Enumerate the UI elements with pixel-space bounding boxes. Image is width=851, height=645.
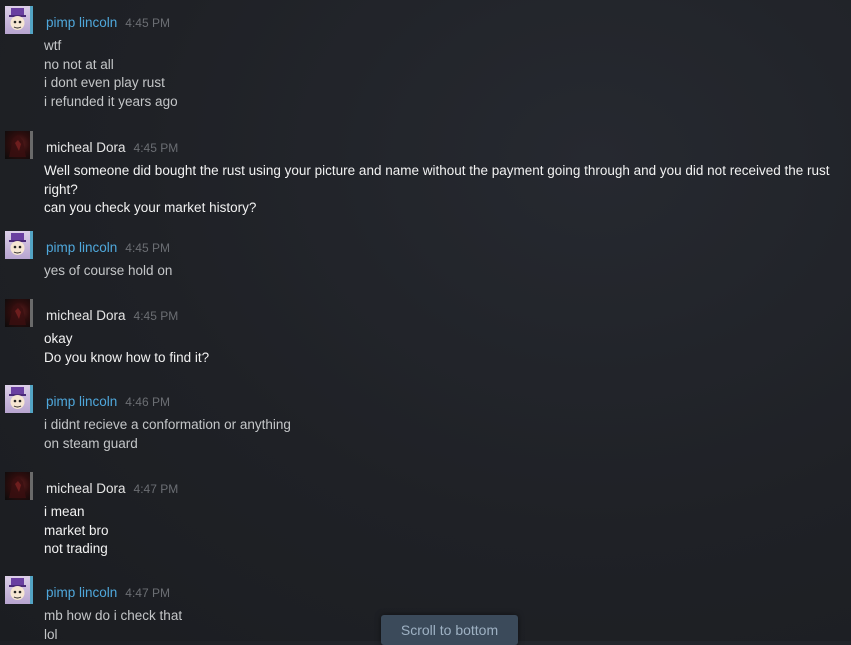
message-header: pimp lincoln 4:45 PM xyxy=(46,240,170,255)
message-body: i didnt recieve a conformation or anythi… xyxy=(44,416,849,453)
cartoon-lincoln-icon xyxy=(9,233,26,255)
avatar-pimp-lincoln[interactable] xyxy=(5,6,33,34)
message-line: Do you know how to find it? xyxy=(44,349,210,365)
timestamp: 4:46 PM xyxy=(125,395,170,409)
cartoon-lincoln-icon xyxy=(9,387,26,409)
sender-name[interactable]: micheal Dora xyxy=(46,140,126,155)
message-line: no not at all xyxy=(44,56,114,72)
message-body: okay Do you know how to find it? xyxy=(44,330,849,367)
message-line: yes of course hold on xyxy=(44,263,173,278)
dark-red-avatar-icon xyxy=(9,303,26,325)
message-body: Well someone did bought the rust using y… xyxy=(44,162,849,218)
timestamp: 4:45 PM xyxy=(133,309,179,323)
avatar-pimp-lincoln[interactable] xyxy=(5,385,33,413)
message-line: i dont even play rust xyxy=(44,75,165,91)
avatar-micheal-dora[interactable] xyxy=(5,472,33,500)
cartoon-lincoln-icon xyxy=(9,8,26,30)
message-line: i mean xyxy=(44,504,85,519)
message-body: wtf no not at all i dont even play rust … xyxy=(44,37,849,111)
sender-name[interactable]: micheal Dora xyxy=(46,308,126,323)
message-line: i didnt recieve a conformation or anythi… xyxy=(44,417,291,432)
dark-red-avatar-icon xyxy=(9,476,26,498)
sender-name[interactable]: micheal Dora xyxy=(46,481,126,496)
avatar-pimp-lincoln[interactable] xyxy=(5,576,33,604)
message-body: i mean market bro not trading xyxy=(44,503,849,559)
sender-name[interactable]: pimp lincoln xyxy=(46,585,117,600)
sender-name[interactable]: pimp lincoln xyxy=(46,15,117,30)
timestamp: 4:47 PM xyxy=(125,586,170,600)
message-header: pimp lincoln 4:45 PM xyxy=(46,15,170,30)
message-line: can you check your market history? xyxy=(44,200,257,216)
avatar-micheal-dora[interactable] xyxy=(5,131,33,159)
message-line: wtf xyxy=(44,38,62,53)
message-header: micheal Dora 4:45 PM xyxy=(46,308,178,323)
message-header: micheal Dora 4:47 PM xyxy=(46,481,178,496)
sender-name[interactable]: pimp lincoln xyxy=(46,394,117,409)
cartoon-lincoln-icon xyxy=(9,578,26,600)
timestamp: 4:45 PM xyxy=(125,16,170,30)
timestamp: 4:45 PM xyxy=(125,241,170,255)
timestamp: 4:47 PM xyxy=(133,482,179,496)
message-header: pimp lincoln 4:47 PM xyxy=(46,585,170,600)
dark-red-avatar-icon xyxy=(9,135,26,157)
message-line: not trading xyxy=(44,541,108,557)
message-line: market bro xyxy=(44,522,109,538)
sender-name[interactable]: pimp lincoln xyxy=(46,240,117,255)
message-line: on steam guard xyxy=(44,435,138,451)
avatar-pimp-lincoln[interactable] xyxy=(5,231,33,259)
message-header: pimp lincoln 4:46 PM xyxy=(46,394,170,409)
chat-log: pimp lincoln 4:45 PM wtf no not at all i … xyxy=(0,0,851,642)
message-header: micheal Dora 4:45 PM xyxy=(46,140,178,155)
message-body: yes of course hold on xyxy=(44,262,849,281)
message-line: okay xyxy=(44,331,73,346)
avatar-micheal-dora[interactable] xyxy=(5,299,33,327)
timestamp: 4:45 PM xyxy=(133,141,179,155)
message-line: i refunded it years ago xyxy=(44,93,178,109)
message-line: Well someone did bought the rust using y… xyxy=(44,163,830,197)
